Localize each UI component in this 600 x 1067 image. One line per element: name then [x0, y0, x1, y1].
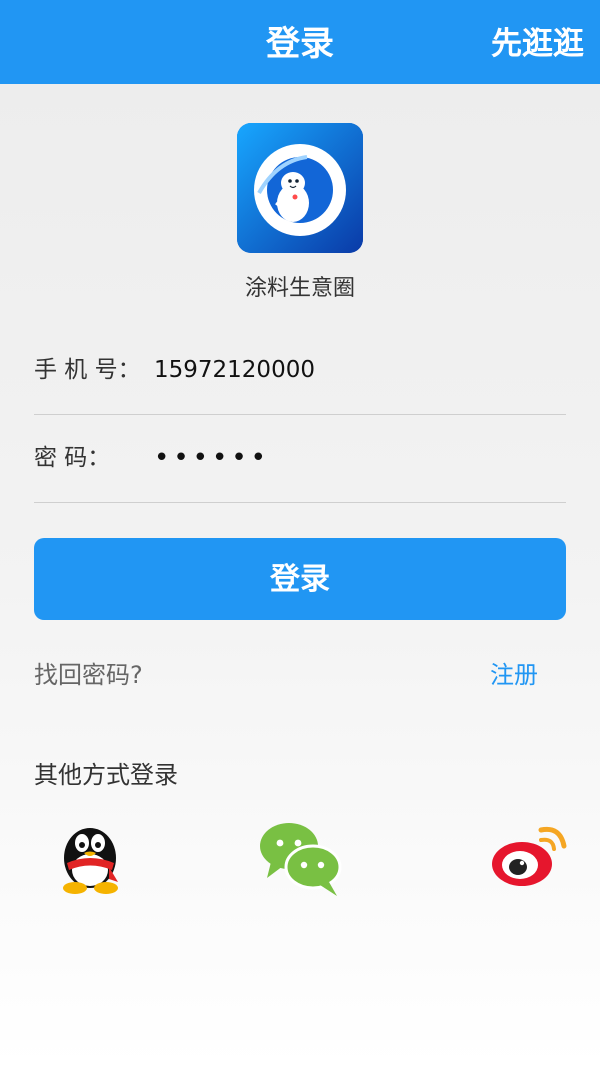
register-link[interactable]: 注册	[490, 655, 538, 690]
password-input[interactable]: ••••••	[154, 414, 270, 502]
qq-login-button[interactable]	[50, 812, 146, 902]
wechat-icon	[260, 823, 342, 896]
phone-field-row[interactable]: 手 机 号： 15972120000	[34, 326, 566, 415]
mascot-logo-icon	[237, 123, 363, 253]
other-login-title: 其他方式登录	[34, 761, 178, 789]
phone-label: 手 机 号：	[34, 357, 141, 383]
password-label: 密 码：	[34, 445, 111, 471]
top-bar: 登录 先逛逛	[0, 0, 600, 84]
weibo-icon	[492, 826, 567, 886]
wechat-login-button[interactable]	[253, 812, 349, 902]
browse-first-button[interactable]: 先逛逛	[491, 0, 584, 88]
app-logo	[237, 123, 363, 253]
qq-icon	[63, 828, 118, 894]
password-field-row[interactable]: 密 码： ••••••	[34, 414, 566, 503]
login-button[interactable]: 登录	[34, 538, 566, 620]
weibo-login-button[interactable]	[486, 812, 582, 902]
phone-input[interactable]: 15972120000	[154, 326, 315, 414]
forgot-password-link[interactable]: 找回密码?	[34, 655, 143, 690]
app-name: 涂料生意圈	[244, 276, 355, 301]
